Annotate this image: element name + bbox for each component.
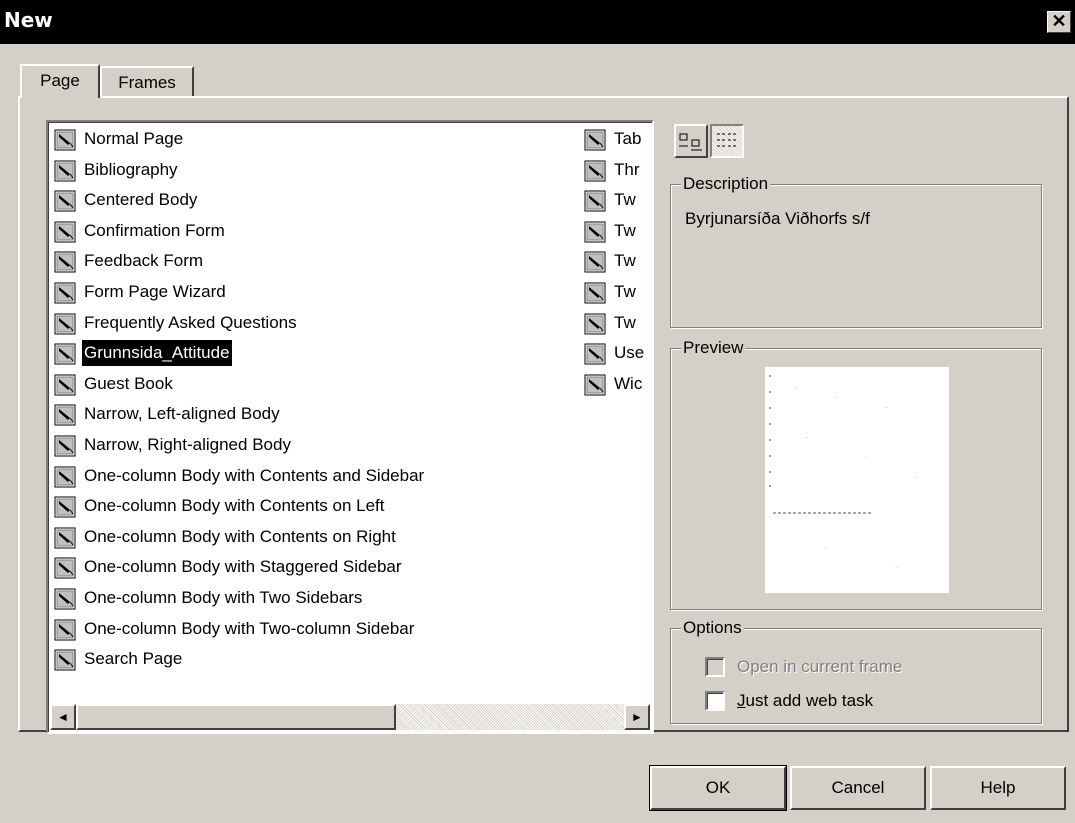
details-view-button[interactable] bbox=[710, 124, 744, 158]
page-template-icon bbox=[54, 496, 78, 518]
template-label: One-column Body with Staggered Sidebar bbox=[84, 557, 402, 577]
tab-page[interactable]: Page bbox=[20, 64, 100, 98]
page-template-icon bbox=[54, 313, 78, 335]
description-group: Description Byrjunarsíða Viðhorfs s/f bbox=[670, 174, 1042, 328]
template-label: Search Page bbox=[84, 649, 183, 669]
checkbox-box[interactable] bbox=[705, 657, 725, 677]
horizontal-scrollbar[interactable]: ◄ ► bbox=[50, 704, 650, 730]
scroll-thumb[interactable] bbox=[76, 704, 396, 730]
template-label: Feedback Form bbox=[84, 251, 204, 271]
page-template-icon bbox=[584, 343, 608, 365]
template-label: Centered Body bbox=[84, 190, 198, 210]
preview-label: Preview bbox=[681, 338, 746, 358]
template-label: Confirmation Form bbox=[84, 220, 225, 240]
help-button[interactable]: Help bbox=[930, 766, 1066, 810]
template-label: Wic bbox=[614, 373, 643, 393]
page-template-icon bbox=[54, 160, 78, 182]
page-template-icon bbox=[54, 649, 78, 671]
page-template-icon bbox=[54, 282, 78, 304]
template-label: Tw bbox=[614, 220, 636, 240]
options-group: Options Open in current frame Just add w… bbox=[670, 618, 1042, 724]
tab-frames[interactable]: Frames bbox=[100, 66, 194, 98]
page-template-icon bbox=[54, 374, 78, 396]
checkbox-label: Open in current frame bbox=[737, 657, 903, 676]
page-template-icon bbox=[54, 251, 78, 273]
template-label: Guest Book bbox=[84, 373, 173, 393]
template-label: One-column Body with Contents on Right bbox=[84, 526, 396, 546]
large-icons-icon bbox=[679, 133, 702, 151]
scroll-right-icon[interactable]: ► bbox=[624, 704, 650, 730]
template-label: Normal Page bbox=[84, 129, 184, 148]
page-preview-image bbox=[769, 375, 918, 568]
page-template-icon bbox=[584, 251, 608, 273]
template-label: Tw bbox=[614, 251, 636, 271]
template-label: Thr bbox=[614, 159, 640, 179]
template-label: Use bbox=[614, 343, 645, 363]
template-label: Grunnsida_Attitude bbox=[81, 339, 233, 368]
cancel-button[interactable]: Cancel bbox=[790, 766, 926, 810]
checkbox-label: Just add web task bbox=[737, 691, 874, 710]
title-bar: New ✕ bbox=[0, 0, 1075, 44]
page-template-icon bbox=[54, 404, 78, 426]
scroll-left-icon[interactable]: ◄ bbox=[50, 704, 76, 730]
template-label: Frequently Asked Questions bbox=[84, 312, 297, 332]
ok-button[interactable]: OK bbox=[649, 765, 787, 811]
template-label: Narrow, Left-aligned Body bbox=[84, 404, 280, 424]
page-template-icon bbox=[54, 343, 78, 365]
checkbox-box[interactable] bbox=[705, 691, 725, 711]
preview-group: Preview bbox=[670, 338, 1042, 610]
template-label: Form Page Wizard bbox=[84, 282, 226, 301]
template-label: Narrow, Right-aligned Body bbox=[84, 435, 291, 454]
page-template-icon bbox=[54, 588, 78, 610]
template-label: One-column Body with Two-column Sidebar bbox=[84, 618, 415, 638]
template-list[interactable]: Normal Page Bibliography Centered Body Conf… bbox=[46, 120, 654, 734]
page-template-icon bbox=[54, 527, 78, 549]
page-template-icon bbox=[54, 129, 78, 151]
page-template-icon bbox=[54, 466, 78, 488]
page-template-icon bbox=[54, 557, 78, 579]
template-label: Tw bbox=[614, 312, 636, 332]
page-template-icon bbox=[584, 129, 608, 151]
template-label: Tw bbox=[614, 282, 636, 301]
page-template-icon bbox=[584, 313, 608, 335]
template-label: One-column Body with Contents on Left bbox=[84, 496, 385, 516]
page-template-icon bbox=[54, 190, 78, 212]
description-text: Byrjunarsíða Viðhorfs s/f bbox=[685, 209, 870, 228]
template-label: One-column Body with Contents and Sideba… bbox=[84, 465, 425, 485]
preview-thumbnail bbox=[765, 367, 949, 593]
template-label: Tw bbox=[614, 190, 636, 210]
page-template-icon bbox=[54, 435, 78, 457]
template-label: One-column Body with Two Sidebars bbox=[84, 588, 363, 607]
window-title: New bbox=[4, 8, 53, 32]
description-label: Description bbox=[681, 174, 771, 194]
list-view-icon bbox=[717, 133, 736, 147]
page-template-icon bbox=[584, 221, 608, 243]
large-icons-view-button[interactable] bbox=[674, 124, 708, 158]
page-template-icon bbox=[584, 190, 608, 212]
page-template-icon bbox=[54, 619, 78, 641]
close-icon[interactable]: ✕ bbox=[1047, 11, 1071, 33]
page-template-icon bbox=[584, 282, 608, 304]
page-template-icon bbox=[584, 160, 608, 182]
page-template-icon bbox=[54, 221, 78, 243]
page-template-icon bbox=[584, 374, 608, 396]
template-label: Bibliography bbox=[84, 159, 178, 179]
options-label: Options bbox=[681, 618, 744, 638]
template-label: Tab bbox=[614, 129, 642, 148]
